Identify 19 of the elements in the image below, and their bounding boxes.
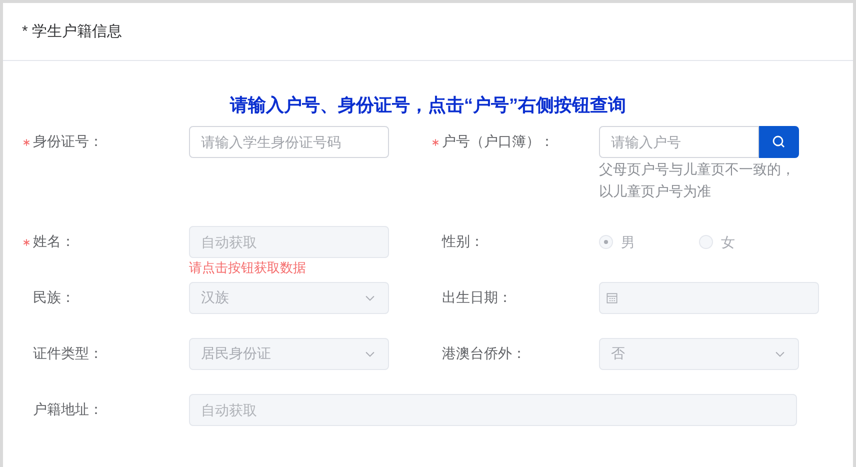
field-label: 户籍地址：: [33, 401, 103, 419]
error-message: 请点击按钮获取数据: [189, 260, 306, 276]
instruction-text: 请输入户号、身份证号，点击“户号”右侧按钮查询: [228, 94, 627, 117]
input-field[interactable]: 请输入户号: [599, 126, 759, 158]
search-button[interactable]: [759, 126, 799, 158]
field-label: 性别：: [442, 233, 484, 251]
field-label: 户号（户口簿）：: [442, 133, 554, 151]
field-label: 港澳台侨外：: [442, 345, 526, 363]
calendar-icon: [605, 291, 619, 305]
field-label: 身份证号：: [33, 133, 103, 151]
input-field[interactable]: 请输入学生身份证号码: [189, 126, 389, 158]
search-icon: [771, 134, 787, 150]
field-label: 出生日期：: [442, 289, 512, 307]
field-label: 证件类型：: [33, 345, 103, 363]
field-label: 民族：: [33, 289, 75, 307]
hint-text: 以儿童页户号为准: [599, 182, 712, 201]
hint-text: 父母页户号与儿童页不一致的，: [599, 160, 796, 179]
section-title: * 学生户籍信息: [22, 22, 122, 41]
field-label: 姓名：: [33, 233, 75, 251]
